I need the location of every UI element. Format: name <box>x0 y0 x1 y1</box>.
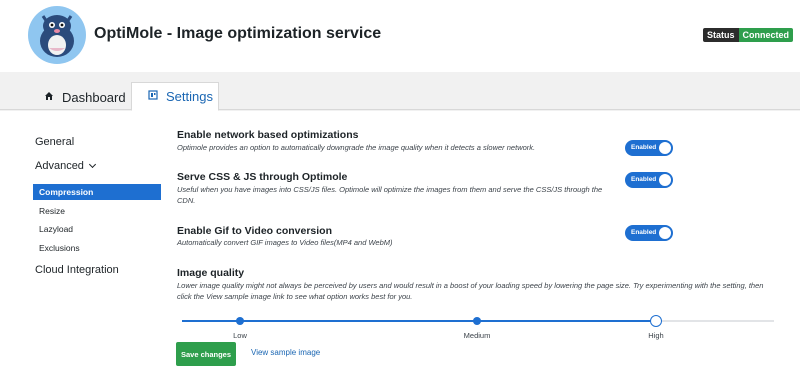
quality-slider-fill <box>182 320 656 322</box>
sidebar-item-resize[interactable]: Resize <box>39 206 65 216</box>
sidebar-item-compression[interactable]: Compression <box>33 184 161 200</box>
gif-video-description: Automatically convert GIF images to Vide… <box>177 238 393 247</box>
tab-dashboard-label: Dashboard <box>62 90 126 105</box>
optimole-mascot-logo <box>28 6 86 64</box>
serve-css-js-toggle[interactable]: Enabled <box>625 172 673 188</box>
settings-panel: General Advanced Compression Resize Lazy… <box>0 111 800 388</box>
sidebar-item-exclusions[interactable]: Exclusions <box>39 243 80 253</box>
status-value: Connected <box>738 28 794 42</box>
sidebar-item-general[interactable]: General <box>35 136 74 148</box>
home-icon <box>42 91 56 104</box>
chevron-down-icon <box>88 160 96 169</box>
quality-slider-thumb[interactable] <box>650 315 662 327</box>
sidebar-item-lazyload[interactable]: Lazyload <box>39 224 73 234</box>
tab-dashboard[interactable]: Dashboard <box>32 84 136 111</box>
view-sample-image-link[interactable]: View sample image <box>251 348 320 357</box>
network-optimization-description: Optimole provides an option to automatic… <box>177 143 536 152</box>
tab-settings[interactable]: Settings <box>131 82 219 111</box>
toggle-knob <box>659 227 671 239</box>
quality-label-high: High <box>648 331 664 340</box>
toggle-knob <box>659 174 671 186</box>
gif-video-toggle[interactable]: Enabled <box>625 225 673 241</box>
tab-settings-label: Settings <box>166 89 213 104</box>
status-label: Status <box>703 28 739 42</box>
network-optimization-title: Enable network based optimizations <box>177 129 359 141</box>
sidebar-item-cloud-integration[interactable]: Cloud Integration <box>35 264 119 276</box>
toggle-label: Enabled <box>631 229 657 236</box>
quality-label-low: Low <box>233 331 247 340</box>
image-quality-title: Image quality <box>177 267 245 279</box>
toggle-label: Enabled <box>631 144 657 151</box>
save-changes-button[interactable]: Save changes <box>176 342 236 366</box>
quality-stop-medium[interactable] <box>473 317 481 325</box>
serve-css-js-title: Serve CSS & JS through Optimole <box>177 171 348 183</box>
network-optimization-toggle[interactable]: Enabled <box>625 140 673 156</box>
quality-stop-low[interactable] <box>236 317 244 325</box>
image-quality-description: Lower image quality might not always be … <box>177 281 764 301</box>
toggle-label: Enabled <box>631 176 657 183</box>
settings-icon <box>146 90 160 103</box>
header: OptiMole - Image optimization service St… <box>0 0 800 72</box>
sidebar-item-advanced[interactable]: Advanced <box>35 160 96 172</box>
tab-bar: Dashboard Settings <box>0 72 800 111</box>
quality-label-medium: Medium <box>463 331 491 340</box>
sidebar-item-advanced-label: Advanced <box>35 160 84 172</box>
status-badge: Status Connected <box>703 28 794 42</box>
app-title: OptiMole - Image optimization service <box>94 25 382 42</box>
gif-video-title: Enable Gif to Video conversion <box>177 225 333 237</box>
toggle-knob <box>659 142 671 154</box>
serve-css-js-description: Useful when you have images into CSS/JS … <box>177 185 603 205</box>
